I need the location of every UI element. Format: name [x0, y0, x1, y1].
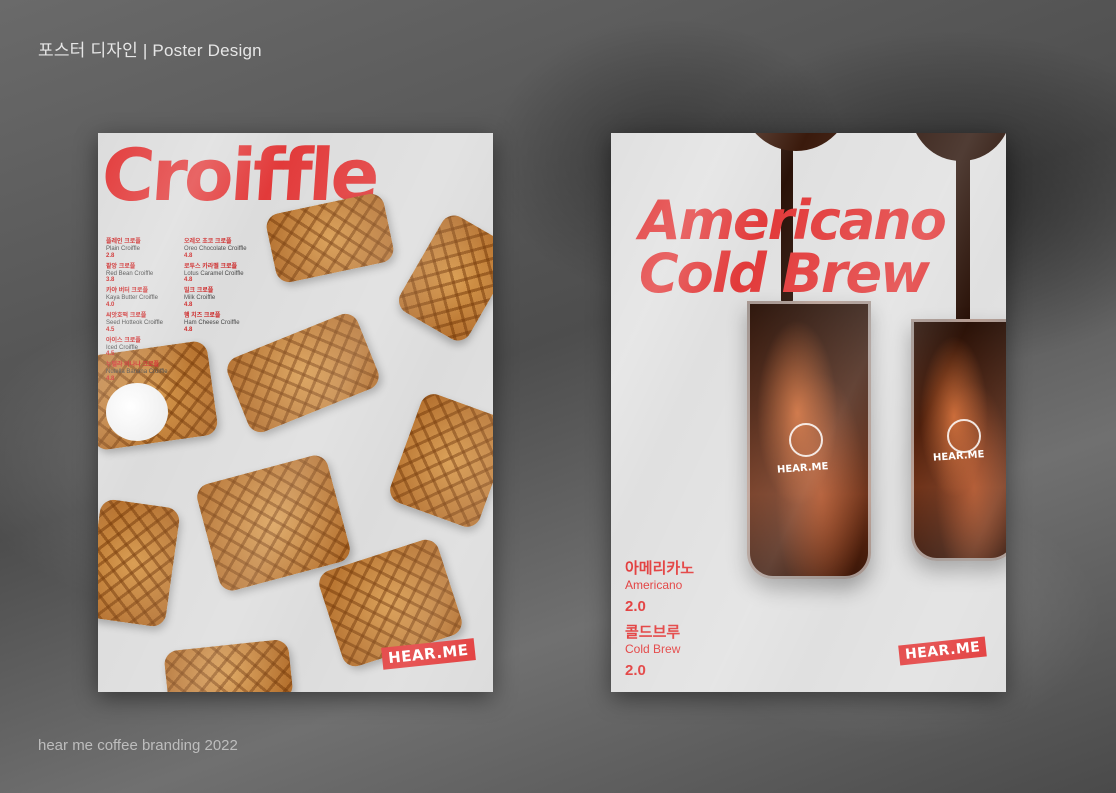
footer-caption: hear me coffee branding 2022 [38, 737, 238, 754]
menu-item-ko: 오레오 초코 크로플 [184, 239, 232, 245]
menu-item-en: Red Bean Croiffle [106, 270, 154, 277]
pitcher-left [741, 133, 851, 151]
waffle-image [98, 498, 181, 628]
americano-name-ko: 아메리카노 [625, 560, 695, 577]
menu-item-price: 4.0 [106, 302, 115, 309]
menu-item: 누텔라 바나나 크로플 Nutella Banana Croiffle 4.8 [106, 362, 176, 383]
menu-item-en: Plain Croiffle [106, 245, 140, 252]
cold-brew-name-en: Cold Brew [625, 642, 681, 656]
menu-item: 카야 버터 크로플 Kaya Butter Croiffle 4.0 [106, 288, 176, 309]
menu-item-price: 2.8 [106, 252, 115, 259]
menu-item-price: 4.5 [106, 326, 115, 333]
menu-item-price: 3.8 [106, 277, 115, 284]
menu-item-price: 4.8 [184, 302, 193, 309]
menu-item-en: Milk Croiffle [184, 295, 216, 302]
coffee-title-line2: Cold Brew [639, 241, 930, 305]
menu-item-en: Seed Hotteok Croiffle [106, 319, 163, 326]
page-title: 포스터 디자인 | Poster Design [38, 41, 262, 60]
menu-item-en: Nutella Banana Croiffle [106, 369, 168, 376]
menu-column-right: 오레오 초코 크로플 Oreo Chocolate Croiffle 4.8 로투스 … [184, 239, 254, 338]
hear-me-logo: HEAR.ME [898, 636, 988, 666]
menu-item: 밀크 크로플 Milk Croiffle 4.8 [184, 288, 254, 309]
menu-item-en: Iced Croiffle [106, 344, 138, 351]
coffee-pour-right [956, 133, 970, 323]
menu-item-ko: 밀크 크로플 [184, 288, 214, 295]
menu-item: 오레오 초코 크로플 Oreo Chocolate Croiffle 4.8 [184, 239, 254, 260]
waffle-image [163, 638, 294, 692]
cold-brew-price-block: 콜드브루 Cold Brew 2.0 [625, 621, 680, 679]
menu-item: 햄 치즈 크로플 Ham Cheese Croiffle 4.8 [184, 313, 254, 334]
menu-item-en: Lotus Caramel Croiffle [184, 270, 244, 277]
americano-price-block: 아메리카노 Americano 2.0 [625, 557, 694, 615]
cold-brew-name-ko: 콜드브루 [625, 624, 681, 641]
menu-item-price: 4.8 [184, 277, 193, 284]
glass-logo-icon [947, 419, 981, 453]
menu-item: 로투스 카라멜 크로플 Lotus Caramel Croiffle 4.8 [184, 264, 254, 285]
menu-item-ko: 아이스 크로플 [106, 337, 141, 344]
menu-item-price: 4.8 [184, 326, 193, 333]
menu-item-price: 4.8 [106, 376, 115, 383]
menu-item-ko: 로투스 카라멜 크로플 [184, 263, 238, 270]
menu-item-en: Ham Cheese Croiffle [184, 319, 240, 326]
ice-cream-scoop [106, 383, 168, 441]
croiffle-poster: Croiffle 플레인 크로플 Plain Croiffle 2.8 팥앙 크로플 R… [98, 133, 493, 692]
menu-item-price: 4.5 [106, 351, 115, 358]
menu-item: 플레인 크로플 Plain Croiffle 2.8 [106, 239, 176, 260]
cold-brew-price: 2.0 [625, 662, 646, 679]
menu-item-price: 4.8 [184, 252, 193, 259]
pitcher-right [911, 133, 1006, 161]
waffle-image [386, 390, 493, 531]
glass-logo-icon [789, 423, 823, 457]
coffee-poster: Americano Cold Brew HEAR.ME HEAR.ME 아메리카… [611, 133, 1006, 692]
americano-name-en: Americano [625, 578, 683, 592]
menu-item-ko: 플레인 크로플 [106, 239, 141, 245]
menu-item-en: Oreo Chocolate Croiffle [184, 245, 247, 252]
menu-item: 씨앗호떡 크로플 Seed Hotteok Croiffle 4.5 [106, 313, 176, 334]
menu-item-ko: 팥앙 크로플 [106, 263, 136, 270]
americano-price: 2.0 [625, 598, 646, 615]
menu-item-ko: 카야 버터 크로플 [106, 288, 148, 295]
menu-column-left: 플레인 크로플 Plain Croiffle 2.8 팥앙 크로플 Red Bean C… [106, 239, 176, 387]
waffle-image [393, 210, 493, 346]
coffee-title: Americano Cold Brew [639, 189, 947, 305]
menu-item: 팥앙 크로플 Red Bean Croiffle 3.8 [106, 264, 176, 285]
menu-item-ko: 햄 치즈 크로플 [184, 313, 221, 320]
menu-item: 아이스 크로플 Iced Croiffle 4.5 [106, 338, 176, 359]
menu-item-ko: 누텔라 바나나 크로플 [106, 362, 160, 369]
menu-item-ko: 씨앗호떡 크로플 [106, 313, 147, 320]
menu-item-en: Kaya Butter Croiffle [106, 295, 158, 302]
coffee-title-line1: Americano [639, 189, 947, 252]
